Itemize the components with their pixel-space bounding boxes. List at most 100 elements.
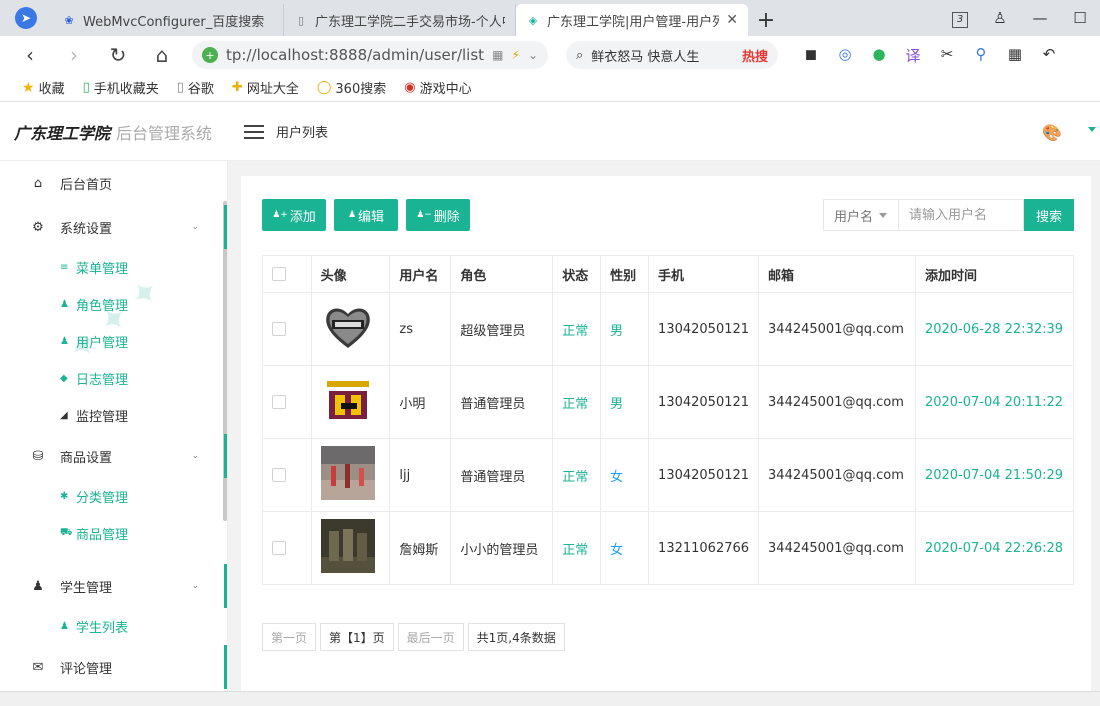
table-row[interactable]: ljj 普通管理员 正常 女 13042050121 344245001@qq.…: [262, 438, 1075, 512]
phone-cell: 13042050121: [648, 365, 760, 439]
grid-icon[interactable]: ▦: [998, 45, 1032, 66]
sidebar-item-goods[interactable]: ⛟ 商品管理: [0, 515, 227, 552]
url-field[interactable]: + tp://localhost:8888/admin/user/list ▦ …: [192, 41, 548, 69]
gear-icon: ⚙: [32, 219, 44, 235]
chevron-down-icon: ⌄: [191, 222, 199, 232]
user-icon: ♟: [60, 621, 69, 632]
bookmark-360[interactable]: ◯ 360搜索: [317, 78, 386, 97]
row-checkbox[interactable]: [272, 322, 286, 336]
role-cell: 普通管理员: [450, 438, 554, 512]
row-checkbox[interactable]: [272, 468, 286, 482]
shirt-icon[interactable]: ♙: [980, 9, 1020, 27]
qr-icon[interactable]: ▦: [492, 48, 503, 62]
column-header: 角色: [450, 255, 554, 293]
back-icon[interactable]: ‹: [10, 43, 50, 67]
current-page-button[interactable]: 第【1】页: [320, 623, 394, 651]
role-cell: 超级管理员: [450, 292, 554, 366]
extension-icon[interactable]: ◼: [794, 45, 828, 66]
delete-button[interactable]: ♟− 删除: [406, 199, 470, 231]
first-page-button[interactable]: 第一页: [262, 623, 317, 651]
menu-toggle-icon[interactable]: [244, 124, 264, 139]
browser-search-box[interactable]: ⌕ 鲜衣怒马 快意人生 热搜: [566, 41, 778, 69]
browser-tab-1[interactable]: ❀ WebMvcConfigurer_百度搜索: [52, 4, 284, 36]
cart-icon: ⛟: [60, 527, 73, 538]
column-header: 性别: [600, 255, 650, 293]
phone-cell: 13042050121: [648, 438, 760, 512]
tab-title: 广东理工学院二手交易市场-个人中心: [315, 14, 505, 30]
logo-school-name: 广东理工学院: [14, 123, 111, 143]
sidebar-item-student-list[interactable]: ♟ 学生列表: [0, 608, 227, 645]
diamond-icon: ◈: [528, 13, 538, 27]
dropdown-chevron-icon[interactable]: ⌄: [528, 48, 538, 62]
sidebar-group-system[interactable]: ⚙ 系统设置 ⌄: [0, 205, 227, 249]
new-tab-button[interactable]: +: [748, 4, 784, 36]
browser-tab-3-active[interactable]: ◈ 广东理工学院|用户管理-用户列表 ✕: [516, 4, 748, 36]
select-all-cell[interactable]: [262, 255, 312, 293]
compass-icon: ➤: [15, 7, 37, 29]
star-icon: ★: [22, 79, 35, 96]
edit-button[interactable]: ♟ 编辑: [334, 199, 398, 231]
bookmark-games[interactable]: ◉ 游戏中心: [404, 78, 471, 97]
filter-field-select[interactable]: 用户名: [823, 199, 899, 231]
extension-icon[interactable]: ●: [862, 45, 896, 66]
table-row[interactable]: 小明 普通管理员 正常 男 13042050121 344245001@qq.c…: [262, 365, 1075, 439]
table-row[interactable]: 詹姆斯 小小的管理员 正常 女 13211062766 344245001@qq…: [262, 511, 1075, 585]
sidebar-item-category[interactable]: ✱ 分类管理: [0, 478, 227, 515]
sidebar-item-monitor[interactable]: ◢ 监控管理: [0, 397, 227, 434]
logo-system-name: 后台管理系统: [116, 123, 213, 143]
lightning-icon[interactable]: ⚡: [512, 48, 520, 62]
sidebar-item-menu[interactable]: ≡ 菜单管理: [0, 249, 227, 286]
sidebar-item-roles[interactable]: ♟ 角色管理: [0, 286, 227, 323]
username-cell: 詹姆斯: [389, 511, 452, 585]
avatar-lebron-23: [320, 373, 375, 427]
extension-icons: ◼ ◎ ● 译 ✂ ⚲ ▦ ↶: [794, 45, 1066, 66]
content-card: ♟+添加 ♟编辑 ♟−删除 用户名 搜索 头像 用户名 角色 状态 性别 手机 …: [241, 176, 1091, 691]
scissors-icon[interactable]: ✂: [930, 45, 964, 66]
last-page-button[interactable]: 最后一页: [397, 623, 464, 651]
tab-count-badge: 3: [952, 12, 968, 28]
select-all-checkbox[interactable]: [272, 267, 286, 281]
sidebar-group-comments[interactable]: ✉ 评论管理: [0, 645, 227, 689]
browser-tab-2[interactable]: ▯ 广东理工学院二手交易市场-个人中心: [284, 4, 516, 36]
palette-icon[interactable]: 🎨: [1042, 123, 1062, 142]
add-button[interactable]: ♟+ 添加: [262, 199, 326, 231]
sidebar-item-home[interactable]: ⌂ 后台首页: [0, 161, 227, 205]
gender-cell: 女: [600, 511, 650, 585]
translate-icon[interactable]: 译: [896, 45, 930, 66]
sidebar-item-logs[interactable]: ◆ 日志管理: [0, 360, 227, 397]
edit-user-icon: ♟: [347, 210, 357, 220]
undo-icon[interactable]: ↶: [1032, 45, 1066, 66]
users-icon: ♟: [32, 578, 44, 594]
username-cell: zs: [389, 292, 452, 366]
table-row[interactable]: zs 超级管理员 正常 男 13042050121 344245001@qq.c…: [262, 292, 1075, 366]
zoom-icon[interactable]: ⚲: [964, 45, 998, 66]
search-button[interactable]: 搜索: [1024, 199, 1074, 231]
page-icon: ▯: [176, 80, 184, 95]
close-tab-icon[interactable]: ✕: [726, 12, 738, 28]
caret-down-icon[interactable]: [1088, 127, 1096, 132]
username-search-input[interactable]: [899, 199, 1024, 231]
gender-cell: 男: [600, 365, 650, 439]
sidebar-group-students[interactable]: ♟ 学生管理 ⌄: [0, 564, 227, 608]
sidebar-item-users[interactable]: ♟ 用户管理: [0, 323, 227, 360]
url-text: tp://localhost:8888/admin/user/list: [226, 46, 485, 64]
sidebar-group-goods[interactable]: ⛁ 商品设置 ⌄: [0, 434, 227, 478]
bookmark-favorites[interactable]: ★ 收藏: [22, 78, 65, 98]
maximize-icon[interactable]: ☐: [1060, 9, 1100, 27]
bookmark-google[interactable]: ▯ 谷歌: [177, 78, 214, 97]
bookmark-hao[interactable]: ✚ 网址大全: [232, 78, 299, 97]
browser-logo[interactable]: ➤: [0, 0, 52, 36]
reload-icon[interactable]: ↻: [98, 43, 138, 67]
bookmark-mobile[interactable]: ▯ 手机收藏夹: [83, 78, 159, 97]
table-header-row: 头像 用户名 角色 状态 性别 手机 邮箱 添加时间: [262, 255, 1075, 293]
browser-status-bar: [0, 691, 1100, 706]
minimize-icon[interactable]: —: [1020, 9, 1060, 27]
extension-icon[interactable]: ◎: [828, 45, 862, 66]
row-checkbox[interactable]: [272, 541, 286, 555]
row-checkbox[interactable]: [272, 395, 286, 409]
forward-icon[interactable]: ›: [54, 43, 94, 67]
app-logo[interactable]: 广东理工学院 后台管理系统: [0, 120, 228, 144]
tab-count-button[interactable]: 3: [940, 8, 980, 28]
email-cell: 344245001@qq.com: [758, 511, 916, 585]
home-icon[interactable]: ⌂: [142, 43, 182, 67]
